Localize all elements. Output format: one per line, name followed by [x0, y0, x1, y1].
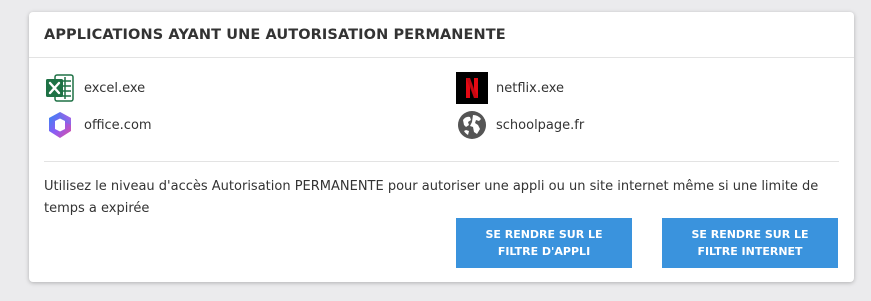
card-title: APPLICATIONS AYANT UNE AUTORISATION PERM…	[44, 26, 506, 43]
app-label: schoolpage.fr	[496, 117, 585, 133]
app-item-netflix: netflix.exe	[456, 72, 564, 104]
app-item-excel: excel.exe	[44, 72, 145, 104]
globe-icon	[456, 109, 488, 141]
excel-icon	[44, 72, 76, 104]
card-header: APPLICATIONS AYANT UNE AUTORISATION PERM…	[29, 12, 854, 58]
app-label: excel.exe	[84, 80, 146, 96]
netflix-icon	[456, 72, 488, 104]
go-to-web-filter-button[interactable]: SE RENDRE SUR LE FILTRE INTERNET	[662, 218, 838, 268]
go-to-app-filter-button[interactable]: SE RENDRE SUR LE FILTRE D'APPLI	[456, 218, 632, 268]
office-icon	[44, 109, 76, 141]
app-item-office: office.com	[44, 109, 152, 141]
app-item-schoolpage: schoolpage.fr	[456, 109, 584, 141]
app-label: netflix.exe	[496, 80, 565, 96]
app-label: office.com	[84, 117, 152, 133]
description-text: Utilisez le niveau d'accès Autorisation …	[44, 179, 819, 216]
app-list: excel.exe office.com netflix.exe schoolp…	[44, 72, 839, 152]
divider	[44, 161, 839, 162]
permanent-apps-card: APPLICATIONS AYANT UNE AUTORISATION PERM…	[29, 12, 854, 282]
